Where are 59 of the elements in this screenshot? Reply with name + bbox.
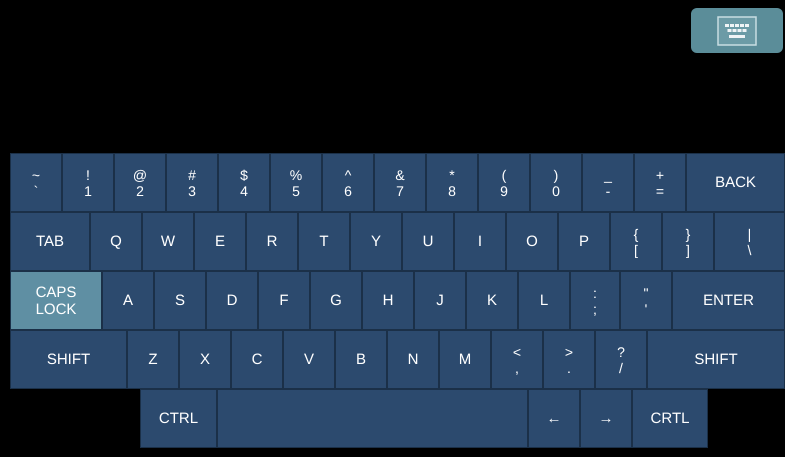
keyboard-key[interactable]: ! 1: [62, 153, 114, 212]
keyboard-key[interactable]: M: [439, 330, 491, 389]
keyboard-key[interactable]: " ': [620, 271, 672, 330]
keyboard-key[interactable]: | \: [714, 212, 785, 271]
keyboard-key[interactable]: ENTER: [672, 271, 785, 330]
keyboard-key[interactable]: & 7: [374, 153, 426, 212]
keyboard-key[interactable]: V: [283, 330, 335, 389]
keyboard-key[interactable]: W: [142, 212, 194, 271]
keyboard-key[interactable]: CRTL: [632, 389, 708, 448]
keyboard-key[interactable]: R: [246, 212, 298, 271]
keyboard-key[interactable]: B: [335, 330, 387, 389]
keyboard-key[interactable]: Q: [90, 212, 142, 271]
keyboard-key[interactable]: G: [310, 271, 362, 330]
keyboard-key[interactable]: ( 9: [478, 153, 530, 212]
keyboard-key[interactable]: SHIFT: [10, 330, 127, 389]
keyboard-key[interactable]: P: [558, 212, 610, 271]
keyboard-key[interactable]: ^ 6: [322, 153, 374, 212]
keyboard-key[interactable]: BACK: [686, 153, 785, 212]
keyboard-key[interactable]: L: [518, 271, 570, 330]
keyboard-key[interactable]: + =: [634, 153, 686, 212]
keyboard-key[interactable]: ? /: [595, 330, 647, 389]
keyboard-key[interactable]: C: [231, 330, 283, 389]
keyboard-key[interactable]: I: [454, 212, 506, 271]
keyboard-key[interactable]: J: [414, 271, 466, 330]
keyboard-key[interactable]: CTRL: [140, 389, 217, 448]
keyboard-key[interactable]: ~ `: [10, 153, 62, 212]
keyboard-key[interactable]: F: [258, 271, 310, 330]
keyboard-key[interactable]: D: [206, 271, 258, 330]
keyboard-key[interactable]: : ;: [570, 271, 620, 330]
keyboard-key[interactable]: X: [179, 330, 231, 389]
keyboard-key[interactable]: ) 0: [530, 153, 582, 212]
keyboard-key[interactable]: { [: [610, 212, 662, 271]
keyboard-key[interactable]: SHIFT: [647, 330, 785, 389]
keyboard-toggle-button[interactable]: [691, 8, 783, 53]
keyboard-key[interactable]: $ 4: [218, 153, 270, 212]
keyboard-key[interactable]: S: [154, 271, 206, 330]
keyboard-key[interactable]: A: [102, 271, 154, 330]
keyboard-key[interactable]: < ,: [491, 330, 543, 389]
keyboard-key[interactable]: E: [194, 212, 246, 271]
keyboard-key[interactable]: % 5: [270, 153, 322, 212]
keyboard-key[interactable]: _ -: [582, 153, 634, 212]
keyboard-key[interactable]: T: [298, 212, 350, 271]
keyboard-key[interactable]: K: [466, 271, 518, 330]
keyboard-key[interactable]: CAPS LOCK: [10, 271, 102, 330]
keyboard-key[interactable]: H: [362, 271, 414, 330]
keyboard-key[interactable]: →: [580, 389, 632, 448]
keyboard-key[interactable]: * 8: [426, 153, 478, 212]
keyboard-key[interactable]: } ]: [662, 212, 714, 271]
keyboard-key[interactable]: N: [387, 330, 439, 389]
keyboard-key[interactable]: O: [506, 212, 558, 271]
keyboard-key[interactable]: Y: [350, 212, 402, 271]
keyboard-icon: [717, 16, 757, 46]
keyboard-key[interactable]: TAB: [10, 212, 90, 271]
keyboard-key[interactable]: > .: [543, 330, 595, 389]
keyboard-key[interactable]: Z: [127, 330, 179, 389]
keyboard-key[interactable]: # 3: [166, 153, 218, 212]
keyboard-key[interactable]: U: [402, 212, 454, 271]
keyboard-key[interactable]: ←: [528, 389, 580, 448]
keyboard-key[interactable]: @ 2: [114, 153, 166, 212]
